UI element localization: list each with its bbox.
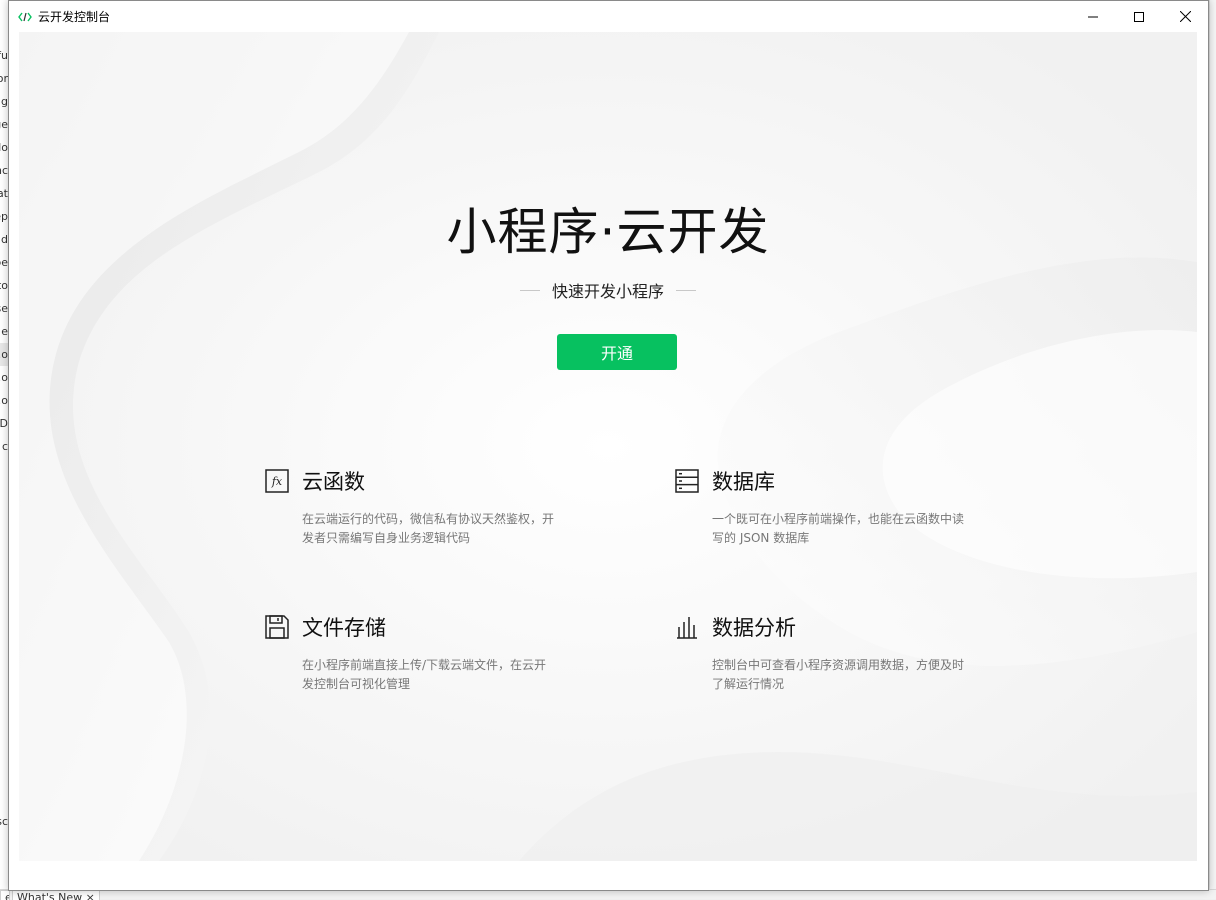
list-item[interactable]: ad: [0, 228, 8, 251]
page-subtitle: 快速开发小程序: [551, 282, 664, 301]
code-brackets-icon: [18, 10, 32, 24]
maximize-icon: [1134, 11, 1144, 22]
list-item[interactable]: o.: [0, 389, 8, 412]
maximize-button[interactable]: [1116, 1, 1162, 32]
list-item[interactable]: pe: [0, 251, 8, 274]
list-item[interactable]: e: [0, 320, 8, 343]
feature-description: 在小程序前端直接上传/下载云端文件，在云开发控制台可视化管理: [302, 658, 547, 691]
close-icon: [1179, 11, 1191, 22]
list-item[interactable]: o.: [0, 343, 8, 366]
feature-cloud-functions: fx 云函数 在云端运行的代码，微信私有协议天然鉴权，开发者只需编写自身业务逻辑…: [264, 466, 564, 548]
console-content: 小程序·云开发 快速开发小程序 开通 fx 云函数 在云端运行的代码，微信私有协…: [19, 32, 1197, 861]
list-item[interactable]: c: [0, 435, 8, 458]
feature-description: 一个既可在小程序前端操作，也能在云函数中读写的 JSON 数据库: [712, 512, 965, 545]
feature-title: 数据分析: [712, 616, 796, 640]
list-item[interactable]: o.: [0, 366, 8, 389]
feature-description: 在云端运行的代码，微信私有协议天然鉴权，开发者只需编写自身业务逻辑代码: [302, 512, 555, 545]
background-panel-text: sc: [0, 815, 8, 828]
list-item[interactable]: se: [0, 297, 8, 320]
svg-text:fx: fx: [271, 475, 283, 488]
bar-chart-icon: [674, 614, 700, 640]
background-scroll-strip: [1209, 0, 1216, 899]
page-title: 小程序·云开发: [446, 203, 770, 261]
feature-title: 数据库: [712, 470, 775, 494]
minimize-button[interactable]: [1070, 1, 1116, 32]
list-item[interactable]: nc: [0, 159, 8, 182]
feature-title: 云函数: [302, 470, 365, 494]
feature-database: 数据库 一个既可在小程序前端操作，也能在云函数中读写的 JSON 数据库: [674, 466, 974, 548]
divider-line: [676, 289, 696, 291]
list-item[interactable]: to: [0, 274, 8, 297]
window-title: 云开发控制台: [38, 10, 111, 24]
floppy-disk-icon: [264, 614, 290, 640]
function-fx-icon: fx: [264, 468, 290, 494]
activate-button[interactable]: 开通: [557, 334, 677, 370]
list-item[interactable]: or: [0, 67, 8, 90]
close-button[interactable]: [1162, 1, 1208, 32]
list-item[interactable]: fu: [0, 44, 8, 67]
list-item[interactable]: do: [0, 136, 8, 159]
background-wave-art: [19, 32, 1197, 861]
minimize-icon: [1088, 16, 1098, 17]
title-bar[interactable]: 云开发控制台: [9, 1, 1208, 32]
feature-data-analysis: 数据分析 控制台中可查看小程序资源调用数据，方便及时了解运行情况: [674, 612, 974, 694]
subtitle-row: 快速开发小程序: [19, 278, 1197, 302]
divider-line: [519, 289, 540, 291]
feature-file-storage: 文件存储 在小程序前端直接上传/下载云端文件，在云开发控制台可视化管理: [264, 612, 564, 694]
cloud-console-window: 云开发控制台 小程序·云开发 快速开发小程序 开通 fx 云函数 在云端运行的代…: [8, 0, 1209, 891]
list-item[interactable]: D: [0, 412, 8, 435]
list-item[interactable]: ge: [0, 113, 8, 136]
feature-title: 文件存储: [302, 616, 386, 640]
list-item[interactable]: ep: [0, 205, 8, 228]
background-file-list: fu or g ge do nc at ep ad pe to se e o. …: [0, 44, 8, 458]
database-icon: [674, 468, 700, 494]
window-controls: [1070, 1, 1208, 32]
list-item[interactable]: g: [0, 90, 8, 113]
feature-description: 控制台中可查看小程序资源调用数据，方便及时了解运行情况: [712, 658, 965, 691]
list-item[interactable]: at: [0, 182, 8, 205]
